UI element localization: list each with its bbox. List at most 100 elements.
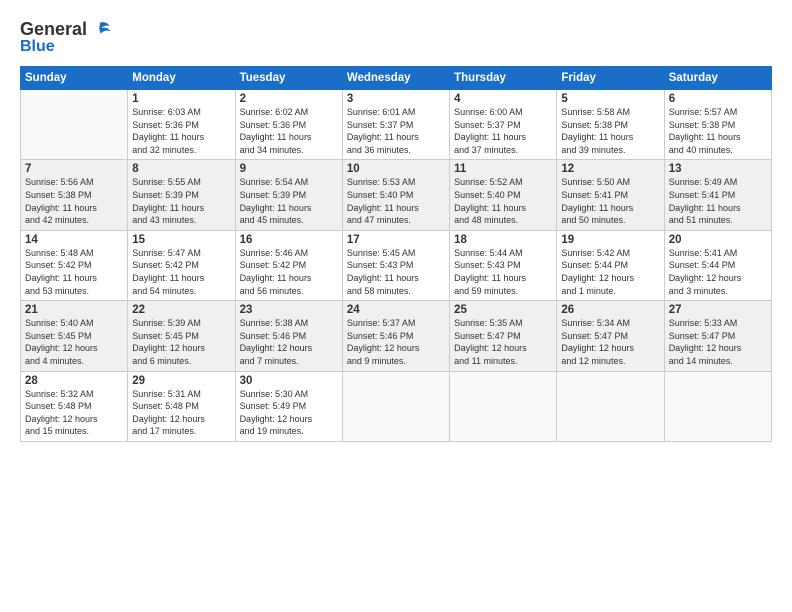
day-info: Sunrise: 6:02 AM Sunset: 5:36 PM Dayligh… (240, 106, 338, 156)
calendar-cell: 12Sunrise: 5:50 AM Sunset: 5:41 PM Dayli… (557, 160, 664, 230)
day-number: 30 (240, 375, 338, 387)
calendar-cell: 3Sunrise: 6:01 AM Sunset: 5:37 PM Daylig… (342, 90, 449, 160)
logo-bird-icon (89, 18, 111, 40)
calendar-cell: 28Sunrise: 5:32 AM Sunset: 5:48 PM Dayli… (21, 371, 128, 441)
calendar-cell: 13Sunrise: 5:49 AM Sunset: 5:41 PM Dayli… (664, 160, 771, 230)
calendar-cell: 7Sunrise: 5:56 AM Sunset: 5:38 PM Daylig… (21, 160, 128, 230)
day-info: Sunrise: 5:47 AM Sunset: 5:42 PM Dayligh… (132, 247, 230, 297)
day-number: 5 (561, 93, 659, 105)
calendar-header-row: SundayMondayTuesdayWednesdayThursdayFrid… (21, 67, 772, 90)
day-number: 6 (669, 93, 767, 105)
day-info: Sunrise: 5:31 AM Sunset: 5:48 PM Dayligh… (132, 388, 230, 438)
day-number: 26 (561, 304, 659, 316)
calendar-header-thursday: Thursday (450, 67, 557, 90)
day-number: 22 (132, 304, 230, 316)
day-info: Sunrise: 5:45 AM Sunset: 5:43 PM Dayligh… (347, 247, 445, 297)
calendar-cell: 30Sunrise: 5:30 AM Sunset: 5:49 PM Dayli… (235, 371, 342, 441)
calendar-cell: 23Sunrise: 5:38 AM Sunset: 5:46 PM Dayli… (235, 301, 342, 371)
calendar-cell (450, 371, 557, 441)
day-info: Sunrise: 5:44 AM Sunset: 5:43 PM Dayligh… (454, 247, 552, 297)
day-number: 24 (347, 304, 445, 316)
calendar-header-wednesday: Wednesday (342, 67, 449, 90)
calendar-week-row: 7Sunrise: 5:56 AM Sunset: 5:38 PM Daylig… (21, 160, 772, 230)
day-info: Sunrise: 5:38 AM Sunset: 5:46 PM Dayligh… (240, 317, 338, 367)
day-info: Sunrise: 5:40 AM Sunset: 5:45 PM Dayligh… (25, 317, 123, 367)
calendar-table: SundayMondayTuesdayWednesdayThursdayFrid… (20, 66, 772, 442)
calendar-cell: 20Sunrise: 5:41 AM Sunset: 5:44 PM Dayli… (664, 230, 771, 300)
day-info: Sunrise: 5:32 AM Sunset: 5:48 PM Dayligh… (25, 388, 123, 438)
day-number: 21 (25, 304, 123, 316)
calendar-cell: 6Sunrise: 5:57 AM Sunset: 5:38 PM Daylig… (664, 90, 771, 160)
calendar-header-friday: Friday (557, 67, 664, 90)
day-number: 8 (132, 163, 230, 175)
day-info: Sunrise: 5:48 AM Sunset: 5:42 PM Dayligh… (25, 247, 123, 297)
day-info: Sunrise: 5:30 AM Sunset: 5:49 PM Dayligh… (240, 388, 338, 438)
day-number: 10 (347, 163, 445, 175)
day-number: 27 (669, 304, 767, 316)
logo-blue-text: Blue (20, 38, 55, 55)
day-number: 16 (240, 234, 338, 246)
calendar-cell: 10Sunrise: 5:53 AM Sunset: 5:40 PM Dayli… (342, 160, 449, 230)
calendar-header-sunday: Sunday (21, 67, 128, 90)
day-number: 25 (454, 304, 552, 316)
calendar-cell: 17Sunrise: 5:45 AM Sunset: 5:43 PM Dayli… (342, 230, 449, 300)
calendar-cell: 5Sunrise: 5:58 AM Sunset: 5:38 PM Daylig… (557, 90, 664, 160)
day-number: 13 (669, 163, 767, 175)
day-number: 18 (454, 234, 552, 246)
day-info: Sunrise: 5:50 AM Sunset: 5:41 PM Dayligh… (561, 176, 659, 226)
calendar-cell (664, 371, 771, 441)
day-number: 29 (132, 375, 230, 387)
day-number: 28 (25, 375, 123, 387)
day-number: 14 (25, 234, 123, 246)
day-info: Sunrise: 5:34 AM Sunset: 5:47 PM Dayligh… (561, 317, 659, 367)
calendar-cell: 2Sunrise: 6:02 AM Sunset: 5:36 PM Daylig… (235, 90, 342, 160)
calendar-cell: 24Sunrise: 5:37 AM Sunset: 5:46 PM Dayli… (342, 301, 449, 371)
calendar-cell: 1Sunrise: 6:03 AM Sunset: 5:36 PM Daylig… (128, 90, 235, 160)
day-info: Sunrise: 6:01 AM Sunset: 5:37 PM Dayligh… (347, 106, 445, 156)
calendar-cell: 22Sunrise: 5:39 AM Sunset: 5:45 PM Dayli… (128, 301, 235, 371)
calendar-cell: 11Sunrise: 5:52 AM Sunset: 5:40 PM Dayli… (450, 160, 557, 230)
calendar-week-row: 28Sunrise: 5:32 AM Sunset: 5:48 PM Dayli… (21, 371, 772, 441)
calendar-cell: 16Sunrise: 5:46 AM Sunset: 5:42 PM Dayli… (235, 230, 342, 300)
calendar-cell (21, 90, 128, 160)
day-number: 9 (240, 163, 338, 175)
calendar-header-saturday: Saturday (664, 67, 771, 90)
calendar-week-row: 1Sunrise: 6:03 AM Sunset: 5:36 PM Daylig… (21, 90, 772, 160)
logo: General Blue (20, 18, 111, 56)
calendar-week-row: 14Sunrise: 5:48 AM Sunset: 5:42 PM Dayli… (21, 230, 772, 300)
calendar-cell: 14Sunrise: 5:48 AM Sunset: 5:42 PM Dayli… (21, 230, 128, 300)
calendar-cell: 19Sunrise: 5:42 AM Sunset: 5:44 PM Dayli… (557, 230, 664, 300)
calendar-cell (342, 371, 449, 441)
calendar-cell: 26Sunrise: 5:34 AM Sunset: 5:47 PM Dayli… (557, 301, 664, 371)
day-info: Sunrise: 5:57 AM Sunset: 5:38 PM Dayligh… (669, 106, 767, 156)
day-info: Sunrise: 5:53 AM Sunset: 5:40 PM Dayligh… (347, 176, 445, 226)
day-info: Sunrise: 6:03 AM Sunset: 5:36 PM Dayligh… (132, 106, 230, 156)
calendar-cell (557, 371, 664, 441)
day-info: Sunrise: 5:35 AM Sunset: 5:47 PM Dayligh… (454, 317, 552, 367)
day-number: 15 (132, 234, 230, 246)
day-info: Sunrise: 5:42 AM Sunset: 5:44 PM Dayligh… (561, 247, 659, 297)
day-number: 1 (132, 93, 230, 105)
day-info: Sunrise: 5:41 AM Sunset: 5:44 PM Dayligh… (669, 247, 767, 297)
calendar-page: General Blue SundayMondayTuesdayWednesda… (0, 0, 792, 612)
calendar-cell: 9Sunrise: 5:54 AM Sunset: 5:39 PM Daylig… (235, 160, 342, 230)
day-info: Sunrise: 5:54 AM Sunset: 5:39 PM Dayligh… (240, 176, 338, 226)
calendar-header-tuesday: Tuesday (235, 67, 342, 90)
day-info: Sunrise: 5:55 AM Sunset: 5:39 PM Dayligh… (132, 176, 230, 226)
day-info: Sunrise: 5:37 AM Sunset: 5:46 PM Dayligh… (347, 317, 445, 367)
day-info: Sunrise: 5:39 AM Sunset: 5:45 PM Dayligh… (132, 317, 230, 367)
day-number: 23 (240, 304, 338, 316)
day-number: 20 (669, 234, 767, 246)
day-info: Sunrise: 5:49 AM Sunset: 5:41 PM Dayligh… (669, 176, 767, 226)
calendar-cell: 15Sunrise: 5:47 AM Sunset: 5:42 PM Dayli… (128, 230, 235, 300)
day-number: 19 (561, 234, 659, 246)
day-info: Sunrise: 6:00 AM Sunset: 5:37 PM Dayligh… (454, 106, 552, 156)
day-number: 3 (347, 93, 445, 105)
calendar-cell: 4Sunrise: 6:00 AM Sunset: 5:37 PM Daylig… (450, 90, 557, 160)
calendar-cell: 25Sunrise: 5:35 AM Sunset: 5:47 PM Dayli… (450, 301, 557, 371)
calendar-week-row: 21Sunrise: 5:40 AM Sunset: 5:45 PM Dayli… (21, 301, 772, 371)
page-header: General Blue (20, 18, 772, 56)
day-info: Sunrise: 5:56 AM Sunset: 5:38 PM Dayligh… (25, 176, 123, 226)
day-info: Sunrise: 5:58 AM Sunset: 5:38 PM Dayligh… (561, 106, 659, 156)
calendar-cell: 18Sunrise: 5:44 AM Sunset: 5:43 PM Dayli… (450, 230, 557, 300)
